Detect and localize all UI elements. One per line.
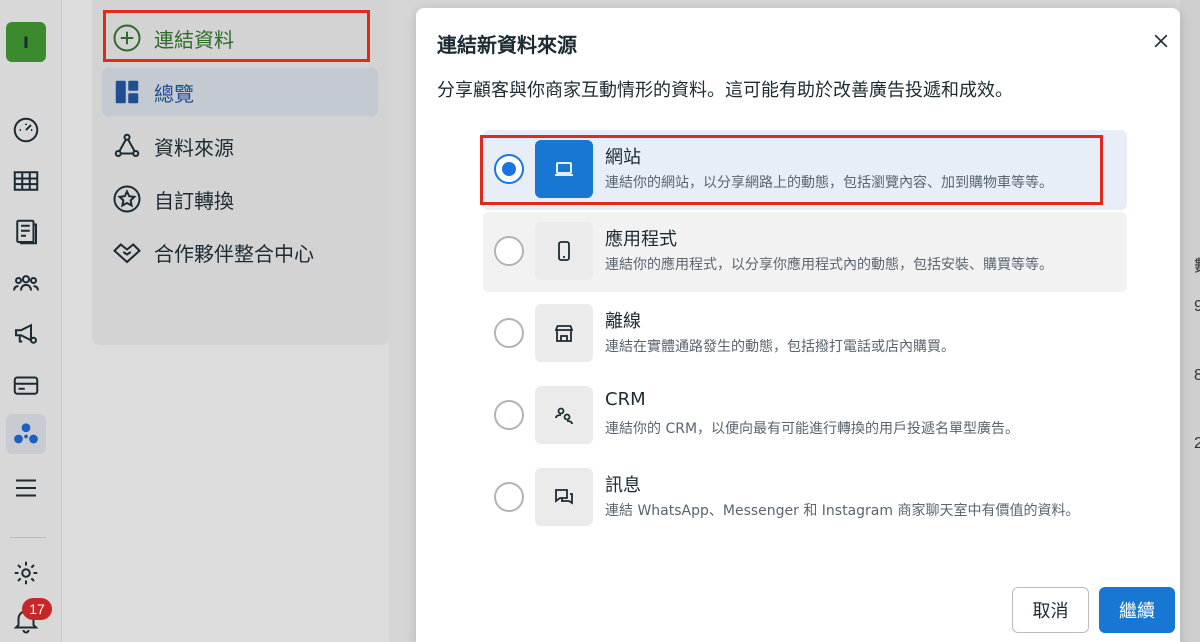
continue-button[interactable]: 繼續: [1099, 587, 1175, 633]
star-badge-icon: [112, 184, 142, 214]
option-subtitle: 連結你的 CRM，以便向最有可能進行轉換的用戶投遞名單型廣告。: [605, 421, 1020, 437]
radio-messaging[interactable]: [494, 482, 524, 512]
radio-app[interactable]: [494, 236, 524, 266]
option-crm[interactable]: CRM 連結你的 CRM，以便向最有可能進行轉換的用戶投遞名單型廣告。: [483, 376, 1127, 456]
radio-offline[interactable]: [494, 318, 524, 348]
edge-text: 數: [1194, 252, 1200, 276]
nav-item-data-sources[interactable]: 資料來源: [102, 122, 378, 170]
option-subtitle: 連結在實體通路發生的動態，包括撥打電話或店內購買。: [605, 339, 955, 355]
close-icon: [1154, 34, 1168, 48]
data-sources-icon: [112, 131, 142, 161]
highlight-box-website-option: [480, 135, 1103, 205]
option-subtitle: 連結你的應用程式，以分享你應用程式內的動態，包括安裝、購買等等。: [605, 257, 1053, 273]
chat-bubbles-icon: [535, 468, 593, 526]
menu-icon[interactable]: [6, 468, 46, 508]
dialog-title: 連結新資料來源: [437, 33, 577, 57]
dialog-description: 分享顧客與你商家互動情形的資料。這可能有助於改善廣告投遞和成效。: [437, 80, 1013, 101]
overview-grid-icon: [112, 77, 142, 107]
nav-item-overview[interactable]: 總覽: [102, 68, 378, 116]
edge-text: 2: [1194, 435, 1200, 452]
catalog-icon[interactable]: [6, 212, 46, 252]
nav-item-partner-integrations[interactable]: 合作夥伴整合中心: [102, 228, 378, 276]
events-manager-icon[interactable]: [6, 414, 46, 454]
rail-divider: [10, 537, 46, 538]
option-title: 訊息: [605, 475, 641, 496]
phone-icon: [535, 222, 593, 280]
nav-item-custom-conversions[interactable]: 自訂轉換: [102, 175, 378, 223]
radio-crm[interactable]: [494, 400, 524, 430]
option-title: CRM: [605, 389, 646, 410]
billing-card-icon[interactable]: [6, 365, 46, 405]
option-title: 應用程式: [605, 229, 677, 250]
settings-icon[interactable]: [6, 553, 46, 593]
dashboard-icon[interactable]: [6, 110, 46, 150]
megaphone-icon[interactable]: [6, 314, 46, 354]
table-icon[interactable]: [6, 161, 46, 201]
option-messaging[interactable]: 訊息 連結 WhatsApp、Messenger 和 Instagram 商家聊…: [483, 458, 1127, 538]
nav-item-data-sources-label: 資料來源: [154, 135, 234, 160]
left-nav-rail: I 17: [0, 0, 62, 642]
audiences-icon[interactable]: [6, 263, 46, 303]
option-app[interactable]: 應用程式 連結你的應用程式，以分享你應用程式內的動態，包括安裝、購買等等。: [483, 212, 1127, 292]
account-avatar[interactable]: I: [6, 22, 46, 62]
connect-data-source-dialog: 連結新資料來源 分享顧客與你商家互動情形的資料。這可能有助於改善廣告投遞和成效。…: [416, 8, 1180, 642]
cancel-button[interactable]: 取消: [1012, 587, 1089, 633]
crm-people-icon: [535, 386, 593, 444]
edge-text: 8: [1194, 367, 1200, 384]
option-title: 離線: [605, 311, 641, 332]
nav-item-overview-label: 總覽: [154, 81, 194, 106]
nav-item-custom-conversions-label: 自訂轉換: [154, 188, 234, 213]
notification-count-badge: 17: [22, 598, 52, 620]
page-right-edge: [1180, 0, 1200, 642]
store-icon: [535, 304, 593, 362]
highlight-box-connect-data: [103, 10, 370, 62]
option-subtitle: 連結 WhatsApp、Messenger 和 Instagram 商家聊天室中…: [605, 503, 1080, 519]
edge-text: 9: [1194, 298, 1200, 315]
close-button[interactable]: [1149, 29, 1173, 53]
nav-item-partner-integrations-label: 合作夥伴整合中心: [154, 241, 314, 266]
handshake-icon: [112, 237, 142, 267]
option-offline[interactable]: 離線 連結在實體通路發生的動態，包括撥打電話或店內購買。: [483, 294, 1127, 374]
